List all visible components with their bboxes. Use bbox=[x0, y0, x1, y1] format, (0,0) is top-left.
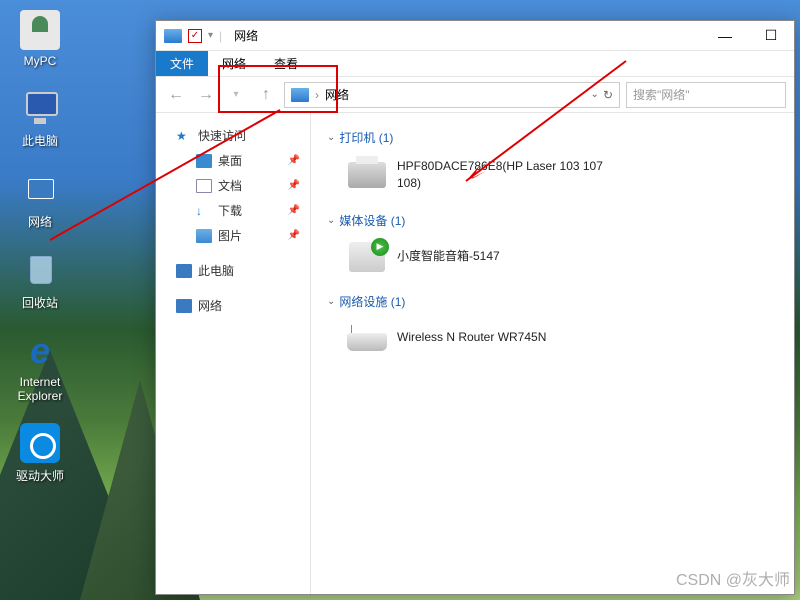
minimize-button[interactable]: — bbox=[702, 21, 748, 51]
ribbon-tabs: 文件 网络 查看 bbox=[156, 51, 794, 77]
sidebar-item-pictures[interactable]: 图片 📌 bbox=[156, 223, 310, 248]
address-bar[interactable]: › 网络 ⌄ ↻ bbox=[284, 82, 620, 108]
chevron-right-icon: › bbox=[315, 88, 319, 102]
device-label: HPF80DACE786E8(HP Laser 103 107 108) bbox=[397, 158, 617, 192]
network-icon bbox=[176, 299, 192, 313]
divider-icon: | bbox=[219, 29, 222, 43]
desktop-icon-thispc[interactable]: 此电脑 bbox=[10, 88, 70, 149]
pc-icon bbox=[176, 264, 192, 278]
tab-file[interactable]: 文件 bbox=[156, 51, 208, 76]
category-media[interactable]: ⌄ 媒体设备 (1) bbox=[327, 206, 778, 235]
folder-icon bbox=[164, 29, 182, 43]
icon-label: Internet Explorer bbox=[10, 375, 70, 403]
qat-icons: ✓ ▾ | bbox=[156, 29, 230, 43]
nav-back-button[interactable]: ← bbox=[164, 83, 188, 107]
folder-icon bbox=[291, 88, 309, 102]
document-icon bbox=[196, 179, 212, 193]
qat-dropdown-icon[interactable]: ▾ bbox=[208, 30, 213, 41]
category-label: 媒体设备 (1) bbox=[339, 212, 405, 229]
window-title: 网络 bbox=[230, 27, 258, 44]
media-device-icon bbox=[347, 241, 387, 273]
category-label: 打印机 (1) bbox=[339, 129, 393, 146]
person-icon bbox=[20, 10, 60, 50]
checkbox-icon[interactable]: ✓ bbox=[188, 29, 202, 43]
driver-icon bbox=[20, 423, 60, 463]
device-label: 小度智能音箱-5147 bbox=[397, 248, 500, 265]
chevron-down-icon[interactable]: ⌄ bbox=[591, 89, 599, 100]
tab-network[interactable]: 网络 bbox=[208, 51, 260, 76]
device-item-printer[interactable]: HPF80DACE786E8(HP Laser 103 107 108) bbox=[327, 152, 778, 206]
device-item-media[interactable]: 小度智能音箱-5147 bbox=[327, 235, 778, 287]
icon-label: 驱动大师 bbox=[10, 467, 70, 484]
icon-label: MyPC bbox=[10, 54, 70, 68]
pin-icon: 📌 bbox=[288, 230, 300, 241]
desktop-icon-mypc[interactable]: MyPC bbox=[10, 10, 70, 68]
chevron-down-icon: ⌄ bbox=[327, 296, 335, 307]
maximize-button[interactable]: ☐ bbox=[748, 21, 794, 51]
sidebar-item-label: 此电脑 bbox=[198, 262, 234, 279]
icon-label: 回收站 bbox=[10, 294, 70, 311]
sidebar-item-label: 下载 bbox=[218, 202, 242, 219]
sidebar-item-label: 网络 bbox=[198, 297, 222, 314]
navigation-pane: ★ 快速访问 桌面 📌 文档 📌 ↓ 下载 📌 图片 📌 此电脑 网络 bbox=[156, 113, 311, 594]
category-label: 网络设施 (1) bbox=[339, 293, 405, 310]
sidebar-quickaccess[interactable]: ★ 快速访问 bbox=[156, 123, 310, 148]
star-icon: ★ bbox=[176, 129, 192, 143]
nav-recent-button[interactable]: ▾ bbox=[224, 83, 248, 107]
sidebar-network[interactable]: 网络 bbox=[156, 293, 310, 318]
printer-icon bbox=[347, 159, 387, 191]
address-location: 网络 bbox=[325, 86, 349, 103]
download-icon: ↓ bbox=[196, 204, 212, 218]
sidebar-item-label: 桌面 bbox=[218, 152, 242, 169]
nav-up-button[interactable]: ↑ bbox=[254, 83, 278, 107]
device-item-router[interactable]: Wireless N Router WR745N bbox=[327, 316, 778, 368]
title-bar[interactable]: ✓ ▾ | 网络 — ☐ bbox=[156, 21, 794, 51]
pc-icon bbox=[20, 88, 60, 128]
category-netinfra[interactable]: ⌄ 网络设施 (1) bbox=[327, 287, 778, 316]
desktop-icon-network[interactable]: 网络 bbox=[10, 169, 70, 230]
icon-label: 此电脑 bbox=[10, 132, 70, 149]
sidebar-item-label: 快速访问 bbox=[198, 127, 246, 144]
pin-icon: 📌 bbox=[288, 180, 300, 191]
chevron-down-icon: ⌄ bbox=[327, 132, 335, 143]
router-icon bbox=[347, 322, 387, 354]
search-input[interactable]: 搜索"网络" bbox=[626, 82, 786, 108]
nav-forward-button[interactable]: → bbox=[194, 83, 218, 107]
pictures-icon bbox=[196, 229, 212, 243]
ie-icon: e bbox=[20, 331, 60, 371]
address-row: ← → ▾ ↑ › 网络 ⌄ ↻ 搜索"网络" bbox=[156, 77, 794, 113]
sidebar-item-documents[interactable]: 文档 📌 bbox=[156, 173, 310, 198]
explorer-window: ✓ ▾ | 网络 — ☐ 文件 网络 查看 ← → ▾ ↑ › 网络 bbox=[155, 20, 795, 595]
sidebar-item-label: 文档 bbox=[218, 177, 242, 194]
window-body: ★ 快速访问 桌面 📌 文档 📌 ↓ 下载 📌 图片 📌 此电脑 网络 ⌄ 打印机 (1) bbox=[156, 113, 794, 594]
network-icon bbox=[20, 169, 60, 209]
desktop-icon-driver[interactable]: 驱动大师 bbox=[10, 423, 70, 484]
pin-icon: 📌 bbox=[288, 205, 300, 216]
sidebar-thispc[interactable]: 此电脑 bbox=[156, 258, 310, 283]
sidebar-item-desktop[interactable]: 桌面 📌 bbox=[156, 148, 310, 173]
folder-icon bbox=[196, 154, 212, 168]
icon-label: 网络 bbox=[10, 213, 70, 230]
desktop-icons-column: MyPC 此电脑 网络 回收站 e Internet Explorer 驱动大师 bbox=[10, 10, 80, 504]
sidebar-item-downloads[interactable]: ↓ 下载 📌 bbox=[156, 198, 310, 223]
refresh-button[interactable]: ↻ bbox=[603, 88, 613, 102]
pin-icon: 📌 bbox=[288, 155, 300, 166]
content-pane: ⌄ 打印机 (1) HPF80DACE786E8(HP Laser 103 107… bbox=[311, 113, 794, 594]
recycle-bin-icon bbox=[20, 250, 60, 290]
desktop-background: MyPC 此电脑 网络 回收站 e Internet Explorer 驱动大师… bbox=[0, 0, 800, 600]
desktop-icon-ie[interactable]: e Internet Explorer bbox=[10, 331, 70, 403]
chevron-down-icon: ⌄ bbox=[327, 215, 335, 226]
desktop-icon-recycle[interactable]: 回收站 bbox=[10, 250, 70, 311]
tab-view[interactable]: 查看 bbox=[260, 51, 312, 76]
device-label: Wireless N Router WR745N bbox=[397, 329, 546, 346]
sidebar-item-label: 图片 bbox=[218, 227, 242, 244]
category-printers[interactable]: ⌄ 打印机 (1) bbox=[327, 123, 778, 152]
